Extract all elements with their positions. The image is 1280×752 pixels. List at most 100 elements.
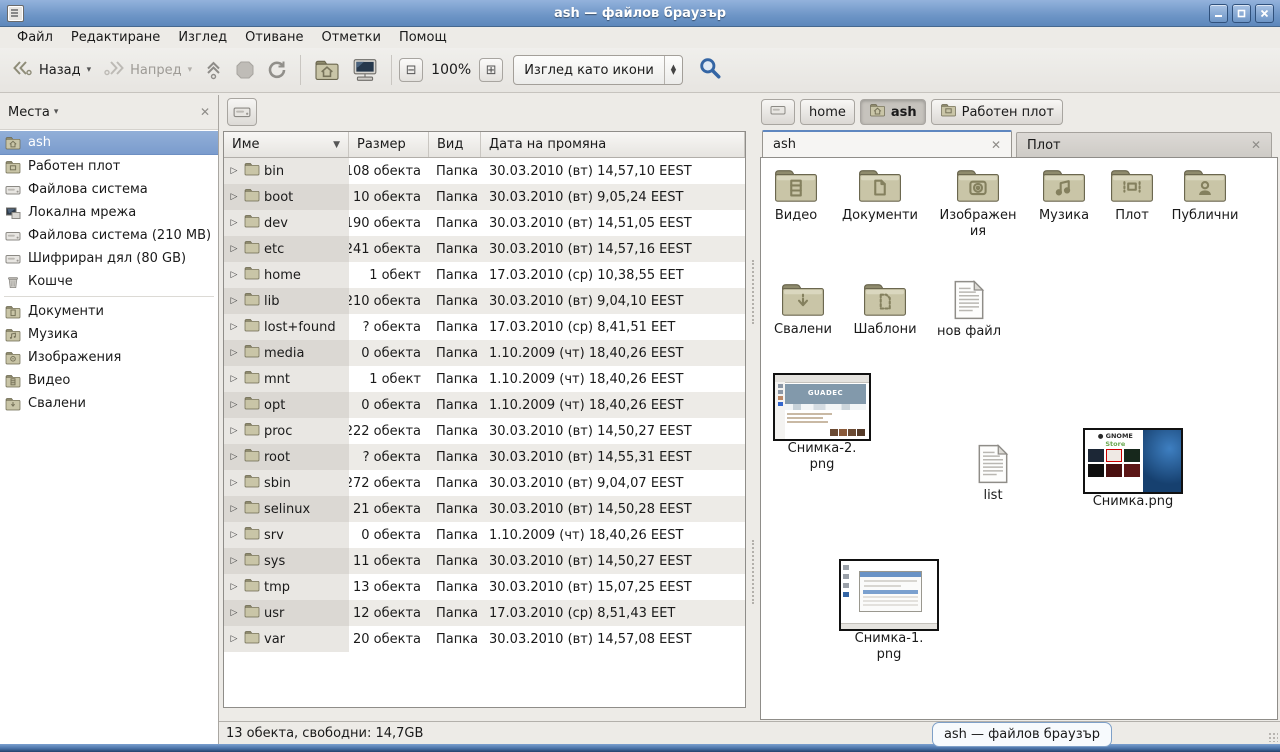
places-item-9[interactable]: Изображения xyxy=(0,346,218,369)
up-button[interactable] xyxy=(198,55,229,85)
menu-edit[interactable]: Редактиране xyxy=(62,28,169,47)
tree-row-lost+found[interactable]: ▷lost+found? обектаПапка17.03.2010 (ср) … xyxy=(224,314,745,340)
tree-row-home[interactable]: ▷home1 обектПапка17.03.2010 (ср) 10,38,5… xyxy=(224,262,745,288)
minimize-button[interactable] xyxy=(1209,4,1228,23)
icon-item-Свалени[interactable]: Свалени xyxy=(760,280,848,338)
forward-button[interactable]: Напред ▾ xyxy=(97,55,198,85)
zoom-in-button[interactable]: ⊞ xyxy=(479,58,503,82)
menu-help[interactable]: Помощ xyxy=(390,28,456,47)
places-item-7[interactable]: Документи xyxy=(0,300,218,323)
tree-row-root[interactable]: ▷root? обектаПапка30.03.2010 (вт) 14,55,… xyxy=(224,444,745,470)
expander-icon[interactable]: ▷ xyxy=(228,166,240,176)
expander-icon[interactable]: ▷ xyxy=(228,426,240,436)
menu-go[interactable]: Отиване xyxy=(236,28,312,47)
icon-item-Снимка-1.[interactable]: Снимка-1.png xyxy=(834,559,944,663)
expander-icon[interactable]: ▷ xyxy=(228,530,240,540)
expander-icon[interactable]: ▷ xyxy=(228,322,240,332)
icon-item-нов файл[interactable]: нов файл xyxy=(924,280,1014,340)
tree-row-tmp[interactable]: ▷tmp13 обектаПапка30.03.2010 (вт) 15,07,… xyxy=(224,574,745,600)
home-button[interactable] xyxy=(308,54,346,86)
places-item-4[interactable]: Файлова система (210 MB) xyxy=(0,224,218,247)
expander-icon[interactable]: ▷ xyxy=(228,374,240,384)
back-button[interactable]: Назад ▾ xyxy=(6,55,97,85)
icon-item-Снимка-2.[interactable]: GUADECСнимка-2.png xyxy=(767,373,877,473)
close-button[interactable] xyxy=(1255,4,1274,23)
icon-item-Видео[interactable]: Видео xyxy=(760,166,841,224)
tree-row-proc[interactable]: ▷proc222 обектаПапка30.03.2010 (вт) 14,5… xyxy=(224,418,745,444)
tree-row-boot[interactable]: ▷boot10 обектаПапка30.03.2010 (вт) 9,05,… xyxy=(224,184,745,210)
tree-row-opt[interactable]: ▷opt0 обектаПапка1.10.2009 (чт) 18,40,26… xyxy=(224,392,745,418)
tree-row-srv[interactable]: ▷srv0 обектаПапка1.10.2009 (чт) 18,40,26… xyxy=(224,522,745,548)
places-item-0[interactable]: ash xyxy=(0,131,218,155)
breadcrumb-ash-button[interactable]: ash xyxy=(860,99,926,125)
expander-icon[interactable]: ▷ xyxy=(228,478,240,488)
view-mode-select[interactable]: Изглед като икони ▲▼ xyxy=(513,55,683,85)
column-header-1[interactable]: Размер xyxy=(349,132,429,157)
tree-row-mnt[interactable]: ▷mnt1 обектПапка1.10.2009 (чт) 18,40,26 … xyxy=(224,366,745,392)
column-header-0[interactable]: Име▼ xyxy=(224,132,349,157)
places-item-3[interactable]: Локална мрежа xyxy=(0,201,218,224)
menu-view[interactable]: Изглед xyxy=(169,28,236,47)
expander-icon[interactable]: ▷ xyxy=(228,452,240,462)
expander-icon[interactable]: ▷ xyxy=(228,218,240,228)
expander-icon[interactable]: ▷ xyxy=(228,504,240,514)
places-close-icon[interactable]: ✕ xyxy=(200,105,210,119)
places-item-8[interactable]: Музика xyxy=(0,323,218,346)
tree-row-etc[interactable]: ▷etc241 обектаПапка30.03.2010 (вт) 14,57… xyxy=(224,236,745,262)
back-history-arrow[interactable]: ▾ xyxy=(87,65,92,75)
tree-row-dev[interactable]: ▷dev190 обектаПапка30.03.2010 (вт) 14,51… xyxy=(224,210,745,236)
places-item-1[interactable]: Работен плот xyxy=(0,155,218,178)
tree-row-lib[interactable]: ▷lib210 обектаПапка30.03.2010 (вт) 9,04,… xyxy=(224,288,745,314)
stop-button[interactable] xyxy=(229,55,261,85)
breadcrumb-desktop-button[interactable]: Работен плот xyxy=(931,99,1063,125)
reload-button[interactable] xyxy=(261,55,293,85)
places-selector[interactable]: Места ▾ xyxy=(8,105,58,120)
icon-item-Изображен[interactable]: Изображения xyxy=(933,166,1023,240)
places-item-10[interactable]: Видео xyxy=(0,369,218,392)
zoom-out-button[interactable]: ⊟ xyxy=(399,58,423,82)
resize-grip[interactable] xyxy=(1268,732,1278,742)
forward-history-arrow[interactable]: ▾ xyxy=(188,65,193,75)
column-header-2[interactable]: Вид xyxy=(429,132,481,157)
expander-icon[interactable]: ▷ xyxy=(228,270,240,280)
titlebar[interactable]: ash — файлов браузър xyxy=(0,0,1280,27)
expander-icon[interactable]: ▷ xyxy=(228,296,240,306)
breadcrumb-home-button[interactable]: home xyxy=(800,99,855,125)
expander-icon[interactable]: ▷ xyxy=(228,348,240,358)
tab-plot[interactable]: Плот ✕ xyxy=(1016,132,1272,157)
places-item-2[interactable]: Файлова система xyxy=(0,178,218,201)
expander-icon[interactable]: ▷ xyxy=(228,192,240,202)
tab-close-icon[interactable]: ✕ xyxy=(991,138,1001,152)
icon-item-list[interactable]: list xyxy=(948,444,1038,504)
tree-row-bin[interactable]: ▷bin108 обектаПапка30.03.2010 (вт) 14,57… xyxy=(224,158,745,184)
menu-file[interactable]: Файл xyxy=(8,28,62,47)
tree-row-var[interactable]: ▷var20 обектаПапка30.03.2010 (вт) 14,57,… xyxy=(224,626,745,652)
tab-close-icon[interactable]: ✕ xyxy=(1251,138,1261,152)
column-header-3[interactable]: Дата на промяна xyxy=(481,132,745,157)
icon-item-Документи[interactable]: Документи xyxy=(835,166,925,224)
root-location-button[interactable] xyxy=(227,98,257,126)
search-button[interactable] xyxy=(695,53,725,87)
tree-row-media[interactable]: ▷media0 обектаПапка1.10.2009 (чт) 18,40,… xyxy=(224,340,745,366)
expander-icon[interactable]: ▷ xyxy=(228,244,240,254)
tree-row-sys[interactable]: ▷sys11 обектаПапка30.03.2010 (вт) 14,50,… xyxy=(224,548,745,574)
expander-icon[interactable]: ▷ xyxy=(228,556,240,566)
menu-bookmarks[interactable]: Отметки xyxy=(312,28,389,47)
view-mode-spinner[interactable]: ▲▼ xyxy=(664,56,682,84)
maximize-button[interactable] xyxy=(1232,4,1251,23)
expander-icon[interactable]: ▷ xyxy=(228,400,240,410)
computer-button[interactable] xyxy=(346,53,384,87)
expander-icon[interactable]: ▷ xyxy=(228,582,240,592)
expander-icon[interactable]: ▷ xyxy=(228,608,240,618)
places-item-11[interactable]: Свалени xyxy=(0,392,218,415)
tab-ash[interactable]: ash ✕ xyxy=(762,130,1012,157)
tree-row-usr[interactable]: ▷usr12 обектаПапка17.03.2010 (ср) 8,51,4… xyxy=(224,600,745,626)
expander-icon[interactable]: ▷ xyxy=(228,634,240,644)
tree-row-sbin[interactable]: ▷sbin272 обектаПапка30.03.2010 (вт) 9,04… xyxy=(224,470,745,496)
places-item-6[interactable]: Кошче xyxy=(0,270,218,293)
icon-item-Снимка.png[interactable]: ● GNOME StoreСнимка.png xyxy=(1078,428,1188,510)
icon-item-Шаблони[interactable]: Шаблони xyxy=(840,280,930,338)
breadcrumb-root-button[interactable] xyxy=(761,99,795,125)
icon-item-Публични[interactable]: Публични xyxy=(1160,166,1250,224)
tree-row-selinux[interactable]: ▷selinux21 обектаПапка30.03.2010 (вт) 14… xyxy=(224,496,745,522)
